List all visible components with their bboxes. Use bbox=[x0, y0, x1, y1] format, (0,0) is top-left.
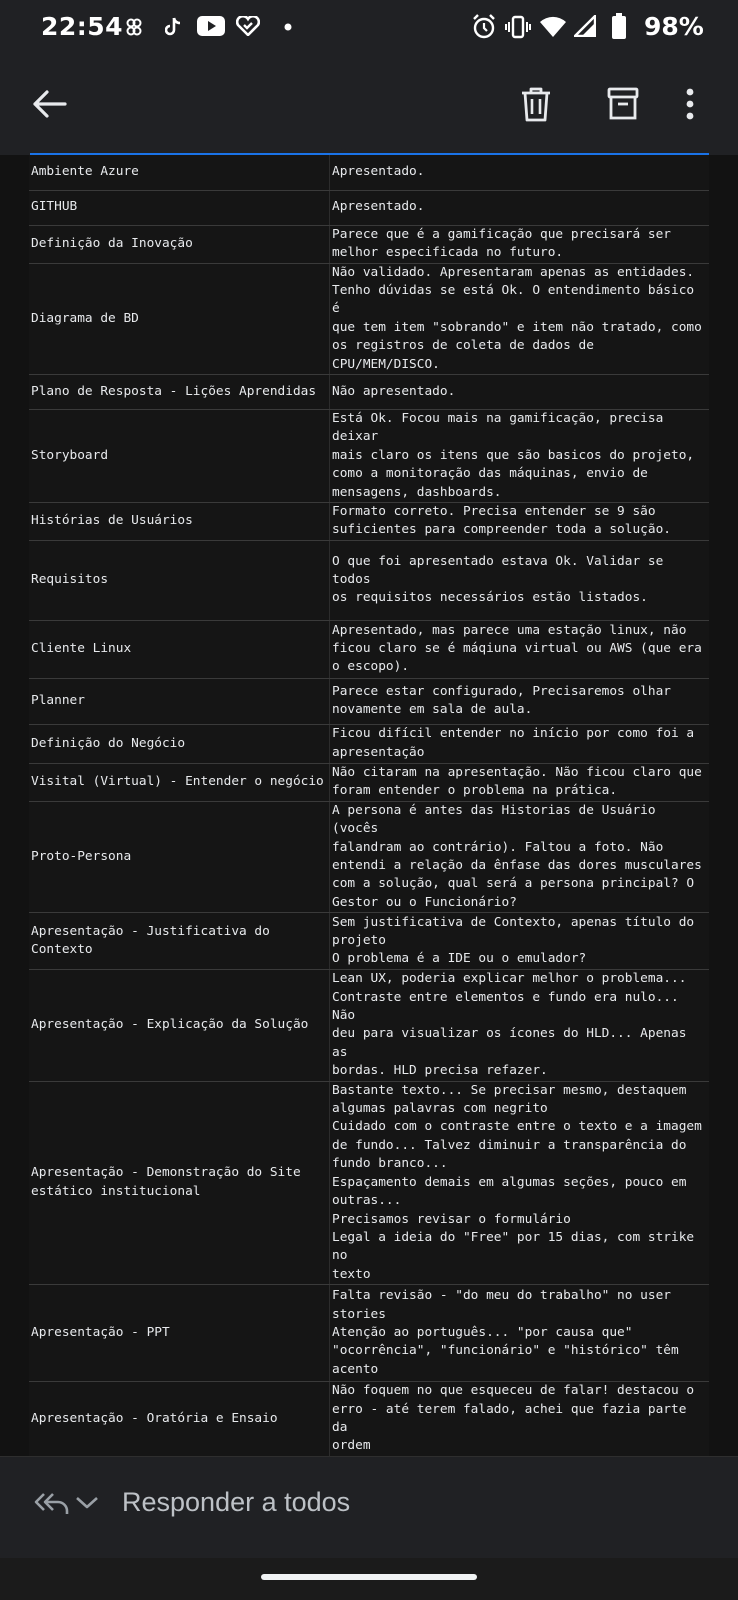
table-row: Visital (Virtual) - Entender o negócio Nã… bbox=[29, 763, 709, 802]
email-body: Ambiente Azure Apresentado. GITHUB Apresent… bbox=[0, 155, 738, 1456]
criterion-label: GITHUB bbox=[29, 190, 330, 226]
email-toolbar bbox=[0, 56, 738, 153]
criterion-feedback: Está Ok. Focou mais na gamificação, prec… bbox=[329, 409, 709, 503]
status-bar: 22:54 98% bbox=[0, 0, 738, 56]
criterion-label: Apresentação - Oratória e Ensaio bbox=[29, 1381, 330, 1456]
cloverleaf-icon bbox=[126, 18, 142, 36]
criterion-label: Plano de Resposta - Lições Aprendidas bbox=[29, 374, 330, 410]
chevron-down-icon bbox=[76, 1497, 98, 1509]
reply-bar: Responder a todos bbox=[0, 1456, 738, 1559]
criterion-feedback: Parece estar configurado, Precisaremos o… bbox=[329, 678, 709, 725]
table-row: Ambiente Azure Apresentado. bbox=[29, 155, 709, 191]
criterion-feedback: Não validado. Apresentaram apenas as ent… bbox=[329, 263, 709, 375]
criterion-feedback: Formato correto. Precisa entender se 9 s… bbox=[329, 502, 709, 541]
criterion-feedback: Ficou difícil entender no início por com… bbox=[329, 724, 709, 764]
criterion-feedback: O que foi apresentado estava Ok. Validar… bbox=[329, 540, 709, 621]
table-row: Apresentação - PPT Falta revisão - "do me… bbox=[29, 1284, 709, 1383]
youtube-icon bbox=[197, 16, 225, 36]
criterion-feedback: Não foquem no que esqueceu de falar! des… bbox=[329, 1381, 709, 1456]
alarm-icon bbox=[473, 14, 495, 39]
criterion-feedback: Lean UX, poderia explicar melhor o probl… bbox=[329, 969, 709, 1082]
criterion-feedback: Não citaram na apresentação. Não ficou c… bbox=[329, 763, 709, 802]
criterion-feedback: Parece que é a gamificação que precisará… bbox=[329, 225, 709, 264]
table-row: Plano de Resposta - Lições Aprendidas Não… bbox=[29, 374, 709, 410]
criterion-label: Apresentação - Demonstração do Site está… bbox=[29, 1081, 330, 1286]
table-row: Apresentação - Justificativa do Contexto… bbox=[29, 912, 709, 971]
criterion-feedback: A persona é antes das Historias de Usuár… bbox=[329, 801, 709, 914]
criterion-label: Requisitos bbox=[29, 540, 330, 621]
criterion-label: Cliente Linux bbox=[29, 620, 330, 679]
navigation-bar bbox=[0, 1558, 738, 1600]
battery-icon bbox=[612, 13, 626, 39]
criterion-label: Apresentação - PPT bbox=[29, 1284, 330, 1383]
tiktok-icon bbox=[165, 17, 181, 36]
back-button[interactable] bbox=[27, 82, 71, 126]
table-row: Definição do Negócio Ficou difícil entend… bbox=[29, 724, 709, 764]
archive-button[interactable] bbox=[601, 82, 645, 126]
criterion-feedback: Apresentado. bbox=[329, 190, 709, 226]
criterion-label: Apresentação - Justificativa do Contexto bbox=[29, 912, 330, 971]
table-row: Cliente Linux Apresentado, mas parece uma… bbox=[29, 620, 709, 679]
criterion-label: Ambiente Azure bbox=[29, 155, 330, 191]
reply-options[interactable] bbox=[34, 1491, 100, 1515]
criterion-feedback: Não apresentado. bbox=[329, 374, 709, 410]
archive-icon bbox=[607, 87, 639, 120]
home-gesture-handle[interactable] bbox=[261, 1574, 477, 1580]
wifi-icon bbox=[540, 16, 566, 37]
criterion-feedback: Bastante texto... Se precisar mesmo, des… bbox=[329, 1081, 709, 1286]
vibrate-icon bbox=[505, 15, 531, 39]
table-row: Histórias de Usuários Formato correto. Pr… bbox=[29, 502, 709, 541]
criterion-feedback: Sem justificativa de Contexto, apenas tí… bbox=[329, 912, 709, 971]
table-row: Diagrama de BD Não validado. Apresentaram… bbox=[29, 263, 709, 375]
table-row: Storyboard Está Ok. Focou mais na gamific… bbox=[29, 409, 709, 503]
dot-icon bbox=[284, 23, 292, 31]
table-row: Definição da Inovação Parece que é a gami… bbox=[29, 225, 709, 264]
signal-icon bbox=[574, 15, 596, 37]
criterion-label: Proto-Persona bbox=[29, 801, 330, 914]
criterion-label: Planner bbox=[29, 678, 330, 725]
heart-app-icon bbox=[236, 16, 260, 36]
delete-button[interactable] bbox=[514, 82, 558, 126]
criterion-feedback: Apresentado. bbox=[329, 155, 709, 191]
criterion-feedback: Falta revisão - "do meu do trabalho" no … bbox=[329, 1284, 709, 1383]
criterion-label: Definição da Inovação bbox=[29, 225, 330, 264]
criterion-label: Apresentação - Explicação da Solução bbox=[29, 969, 330, 1082]
reply-all-button[interactable]: Responder a todos bbox=[122, 1487, 350, 1518]
table-row: Planner Parece estar configurado, Precisa… bbox=[29, 678, 709, 725]
back-arrow-icon bbox=[33, 90, 67, 118]
criterion-label: Diagrama de BD bbox=[29, 263, 330, 375]
battery-percentage: 98% bbox=[644, 12, 704, 41]
table-row: Requisitos O que foi apresentado estava O… bbox=[29, 540, 709, 621]
table-row: GITHUB Apresentado. bbox=[29, 190, 709, 226]
table-row: Apresentação - Explicação da Solução Lean… bbox=[29, 969, 709, 1082]
criterion-feedback: Apresentado, mas parece uma estação linu… bbox=[329, 620, 709, 679]
criterion-label: Histórias de Usuários bbox=[29, 502, 330, 541]
table-row: Apresentação - Demonstração do Site está… bbox=[29, 1081, 709, 1286]
table-row: Apresentação - Oratória e Ensaio Não foqu… bbox=[29, 1381, 709, 1456]
more-vert-icon bbox=[686, 88, 694, 120]
status-time: 22:54 bbox=[41, 12, 124, 41]
criterion-label: Visital (Virtual) - Entender o negócio bbox=[29, 763, 330, 802]
criterion-label: Definição do Negócio bbox=[29, 724, 330, 764]
reply-all-icon bbox=[34, 1493, 69, 1514]
evaluation-table: Ambiente Azure Apresentado. GITHUB Apresent… bbox=[29, 155, 709, 1456]
criterion-label: Storyboard bbox=[29, 409, 330, 503]
more-options-button[interactable] bbox=[676, 82, 704, 126]
table-row: Proto-Persona A persona é antes das Histo… bbox=[29, 801, 709, 914]
trash-icon bbox=[522, 87, 550, 122]
